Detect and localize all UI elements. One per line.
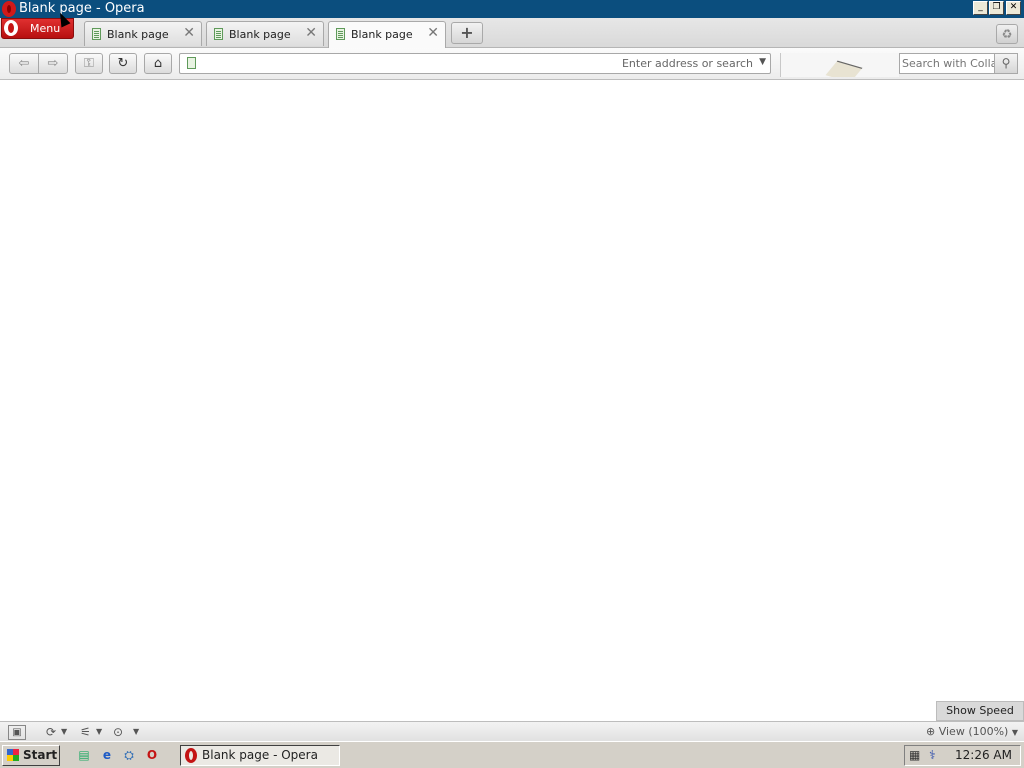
collab-graphic	[825, 60, 863, 77]
address-input[interactable]	[202, 55, 602, 72]
show-desktop-icon[interactable]: ▤	[75, 747, 93, 764]
zoom-label: View (100%)	[938, 725, 1009, 738]
clock[interactable]: 12:26 AM	[955, 748, 1012, 762]
menu-label: Menu	[30, 22, 61, 35]
closed-tabs-trash-icon[interactable]: ♻	[996, 24, 1018, 44]
show-speed-dial-button[interactable]: Show Speed Dial	[936, 701, 1024, 735]
zoom-control[interactable]: ⊕ View (100%) ▼	[926, 725, 1018, 738]
start-button[interactable]: Start	[2, 745, 60, 766]
tab-label: Blank page	[229, 28, 291, 41]
status-bar: ▣ ⟳ ▼ ⚟ ▼ ⊙ ▼ ⊕ View (100%) ▼	[0, 721, 1024, 742]
close-window-button[interactable]: ✕	[1006, 1, 1021, 15]
tab-close-icon[interactable]: ✕	[183, 25, 195, 41]
zoom-icon: ⊕	[926, 725, 936, 738]
back-button[interactable]: ⇦	[9, 53, 39, 74]
opera-quicklaunch-icon[interactable]: O	[143, 747, 161, 764]
tab-2[interactable]: Blank page ✕	[206, 21, 324, 46]
windows-logo-icon	[7, 749, 19, 761]
system-tray: ▦ ⚕ 12:26 AM	[904, 745, 1021, 766]
forward-button[interactable]: ⇨	[38, 53, 68, 74]
home-button[interactable]: ⌂	[144, 53, 172, 74]
network-icon[interactable]: ⛭	[120, 747, 138, 764]
taskbar-item-label: Blank page - Opera	[202, 748, 318, 762]
opera-logo-icon	[2, 1, 16, 17]
sync-dropdown-icon: ▼	[61, 727, 68, 736]
search-input[interactable]	[902, 55, 994, 72]
internet-explorer-icon[interactable]: e	[98, 747, 116, 764]
tab-label: Blank page	[107, 28, 169, 41]
turbo-icon[interactable]: ⊙	[113, 724, 123, 740]
tray-app-icon[interactable]: ▦	[909, 748, 920, 762]
start-label: Start	[23, 748, 58, 762]
minimize-button[interactable]: _	[973, 1, 988, 15]
address-bar[interactable]: Enter address or search ▼	[179, 53, 771, 74]
tab-3-active[interactable]: Blank page ✕	[328, 21, 446, 48]
taskbar-item-opera[interactable]: Blank page - Opera	[180, 745, 340, 766]
page-content[interactable]	[0, 80, 1024, 721]
security-key-icon[interactable]: ⚿	[75, 53, 103, 74]
page-icon	[187, 57, 196, 69]
reload-button[interactable]: ↻	[109, 53, 137, 74]
navigation-toolbar: ⇦ ⇨ ⚿ ↻ ⌂ Enter address or search ▼ ⚲	[0, 48, 1024, 80]
page-icon	[92, 28, 101, 40]
opera-logo-icon	[185, 748, 197, 763]
tab-close-icon[interactable]: ✕	[427, 25, 439, 41]
restore-button[interactable]: ❐	[989, 1, 1004, 15]
page-icon	[214, 28, 223, 40]
search-box[interactable]: ⚲	[899, 53, 1018, 74]
address-dropdown-icon[interactable]: ▼	[759, 57, 766, 67]
panel-toggle-icon[interactable]: ▣	[8, 725, 26, 740]
collab-panel	[780, 53, 899, 77]
sync-icon[interactable]: ⟳	[46, 724, 56, 740]
turbo-dropdown-icon: ▼	[133, 727, 140, 736]
zoom-dropdown-icon: ▼	[1011, 728, 1019, 737]
opera-logo-icon	[4, 20, 18, 36]
page-icon	[336, 28, 345, 40]
title-bar[interactable]: Blank page - Opera _ ❐ ✕	[0, 0, 1024, 18]
new-tab-button[interactable]: +	[451, 22, 483, 44]
tab-close-icon[interactable]: ✕	[305, 25, 317, 41]
window-title: Blank page - Opera	[19, 1, 145, 16]
address-hint: Enter address or search	[621, 57, 753, 70]
share-dropdown-icon: ▼	[96, 727, 103, 736]
tab-label: Blank page	[351, 28, 413, 41]
tab-1[interactable]: Blank page ✕	[84, 21, 202, 46]
tab-bar: Menu Blank page ✕ Blank page ✕ Blank pag…	[0, 18, 1024, 48]
search-button-icon[interactable]: ⚲	[994, 54, 1017, 73]
unite-share-icon[interactable]: ⚟	[80, 724, 91, 740]
taskbar: Start ▤ e ⛭ O Blank page - Opera ▦ ⚕ 12:…	[0, 741, 1024, 768]
tray-network-icon[interactable]: ⚕	[929, 748, 936, 762]
